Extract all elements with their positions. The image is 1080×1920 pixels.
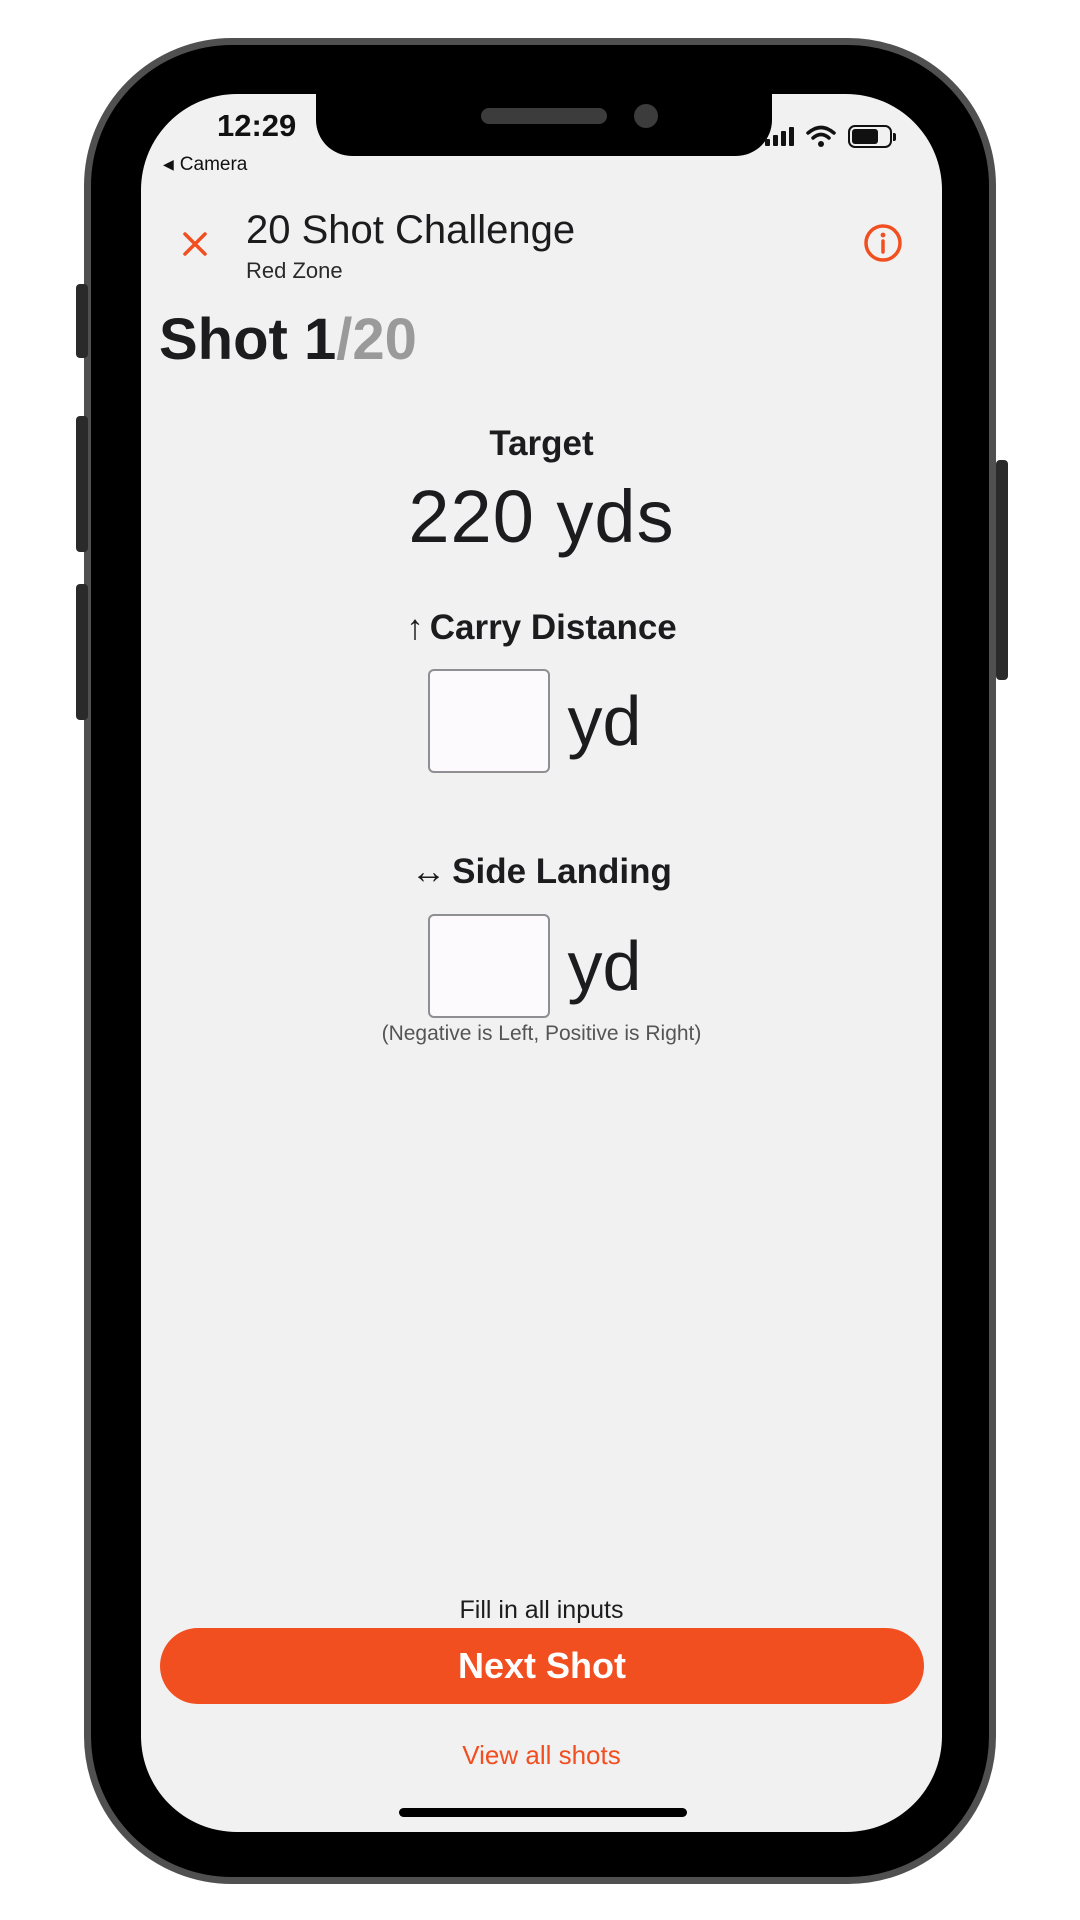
phone-silent-switch [76, 284, 88, 358]
page-title: 20 Shot Challenge [246, 208, 576, 252]
close-x-icon [183, 232, 207, 256]
carry-distance-input[interactable] [427, 669, 550, 773]
phone-volume-up-button [76, 416, 88, 552]
home-indicator[interactable] [399, 1808, 687, 1817]
phone-power-button [996, 460, 1008, 680]
side-unit: yd [567, 927, 642, 1005]
page-subtitle: Red Zone [246, 258, 343, 283]
notch [316, 94, 772, 156]
carry-distance-label-text: Carry Distance [429, 608, 677, 647]
shot-current: Shot 1 [159, 307, 337, 372]
side-landing-label: ↔ Side Landing [141, 852, 942, 892]
battery-icon [848, 124, 896, 148]
info-button[interactable] [862, 222, 904, 264]
fill-inputs-message: Fill in all inputs [459, 1596, 624, 1624]
back-triangle-icon: ◀ [163, 156, 174, 172]
target-label: Target [489, 424, 594, 463]
view-all-shots-link[interactable]: View all shots [141, 1740, 942, 1771]
cellular-signal-icon [765, 126, 794, 146]
status-icons [765, 124, 896, 148]
phone-volume-down-button [76, 584, 88, 720]
speaker-grille [481, 108, 607, 124]
side-landing-row: yd [141, 914, 942, 1018]
side-landing-input[interactable] [427, 914, 550, 1018]
shot-total: /20 [336, 307, 417, 372]
carry-unit: yd [567, 682, 642, 760]
carry-distance-label: ↑ Carry Distance [141, 608, 942, 648]
target-value: 220 yds [408, 475, 675, 558]
status-time: 12:29 [217, 108, 297, 143]
next-shot-button[interactable]: Next Shot [160, 1628, 924, 1704]
side-landing-hint: (Negative is Left, Positive is Right) [381, 1022, 702, 1045]
back-to-camera-link[interactable]: ◀ Camera [163, 154, 247, 176]
carry-distance-row: yd [141, 669, 942, 773]
left-right-arrow-icon: ↔ [411, 852, 447, 891]
front-camera [634, 104, 658, 128]
up-arrow-icon: ↑ [406, 608, 424, 647]
info-circle-icon [864, 224, 902, 262]
close-button[interactable] [175, 224, 215, 264]
back-app-label: Camera [179, 154, 248, 175]
shot-counter: Shot 1/20 [159, 306, 417, 373]
wifi-icon [806, 125, 836, 147]
header-title-block: 20 Shot Challenge Red Zone [246, 208, 575, 284]
app-screen: 12:29 ◀ Camera 20 Shot Challenge Red Zon… [141, 94, 942, 1832]
side-landing-label-text: Side Landing [452, 852, 672, 891]
